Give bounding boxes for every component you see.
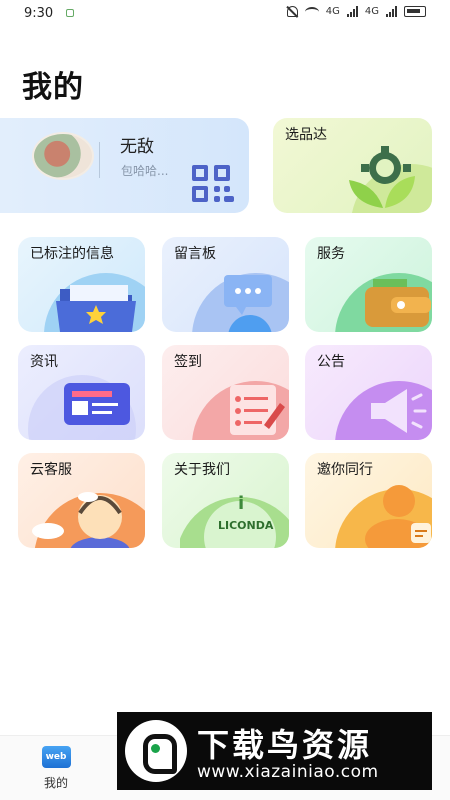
tile-label: 资讯 — [30, 354, 58, 370]
tile-label: 公告 — [317, 354, 345, 370]
folder-star-icon — [44, 273, 145, 332]
tile-checkin[interactable]: 签到 — [162, 345, 289, 440]
chat-bubble-icon — [192, 273, 289, 332]
wallet-icon — [335, 273, 432, 332]
tile-label: 邀你同行 — [317, 462, 373, 478]
megaphone-icon — [335, 381, 432, 440]
about-logo-letter: i — [238, 493, 245, 514]
tile-about-us[interactable]: 关于我们 i LICONDA — [162, 453, 289, 548]
status-time: 9:30 — [24, 6, 54, 21]
tile-label: 服务 — [317, 246, 345, 262]
about-logo-text: LICONDA — [218, 519, 274, 532]
wifi-icon — [304, 6, 319, 17]
qr-code-icon[interactable] — [192, 165, 238, 203]
network-label-2: 4G — [364, 6, 379, 17]
web-icon: web — [41, 746, 71, 768]
tile-cloud-service[interactable]: 云客服 — [18, 453, 145, 548]
signal-icon-2 — [386, 6, 397, 17]
status-icons: 4G 4G — [286, 6, 426, 17]
tile-message-board[interactable]: 留言板 — [162, 237, 289, 332]
notification-icon — [66, 9, 74, 17]
invite-people-icon — [335, 485, 432, 548]
tile-label: 留言板 — [174, 246, 216, 262]
news-card-icon — [28, 375, 136, 440]
tile-label: 签到 — [174, 354, 202, 370]
info-logo-icon — [180, 497, 289, 548]
profile-subtitle: 包哈哈... — [121, 164, 169, 178]
profile-card[interactable]: 无敌 包哈哈... — [0, 118, 249, 213]
page-title: 我的 — [22, 70, 84, 105]
customer-service-icon — [32, 492, 145, 548]
tile-label: 关于我们 — [174, 462, 230, 478]
watermark-banner: 下载鸟资源 www.xiazainiao.com — [117, 712, 432, 790]
watermark-url: www.xiazainiao.com — [197, 762, 379, 782]
plant-gear-icon — [349, 146, 432, 213]
profile-name: 无敌 — [120, 137, 154, 157]
tile-label: 已标注的信息 — [30, 246, 114, 262]
tile-label: 云客服 — [30, 462, 72, 478]
nav-item-mine[interactable]: web 我的 — [6, 746, 106, 791]
bird-logo-icon — [125, 720, 187, 782]
tile-label: 选品达 — [285, 127, 327, 143]
tile-service[interactable]: 服务 — [305, 237, 432, 332]
divider — [99, 142, 100, 178]
nav-label-mine: 我的 — [43, 776, 68, 790]
tile-marked-info[interactable]: 已标注的信息 — [18, 237, 145, 332]
tile-news[interactable]: 资讯 — [18, 345, 145, 440]
battery-icon — [404, 6, 426, 17]
signal-icon — [346, 6, 358, 17]
tile-announcement[interactable]: 公告 — [305, 345, 432, 440]
watermark-title: 下载鸟资源 — [197, 726, 373, 764]
mute-bell-icon — [286, 6, 298, 17]
tile-xuanpinda[interactable]: 选品达 — [273, 118, 432, 213]
network-label-1: 4G — [325, 6, 340, 17]
status-bar: 9:30 4G 4G — [0, 0, 450, 28]
checklist-pen-icon — [192, 381, 289, 440]
tile-invite[interactable]: 邀你同行 — [305, 453, 432, 548]
avatar[interactable] — [32, 132, 94, 180]
